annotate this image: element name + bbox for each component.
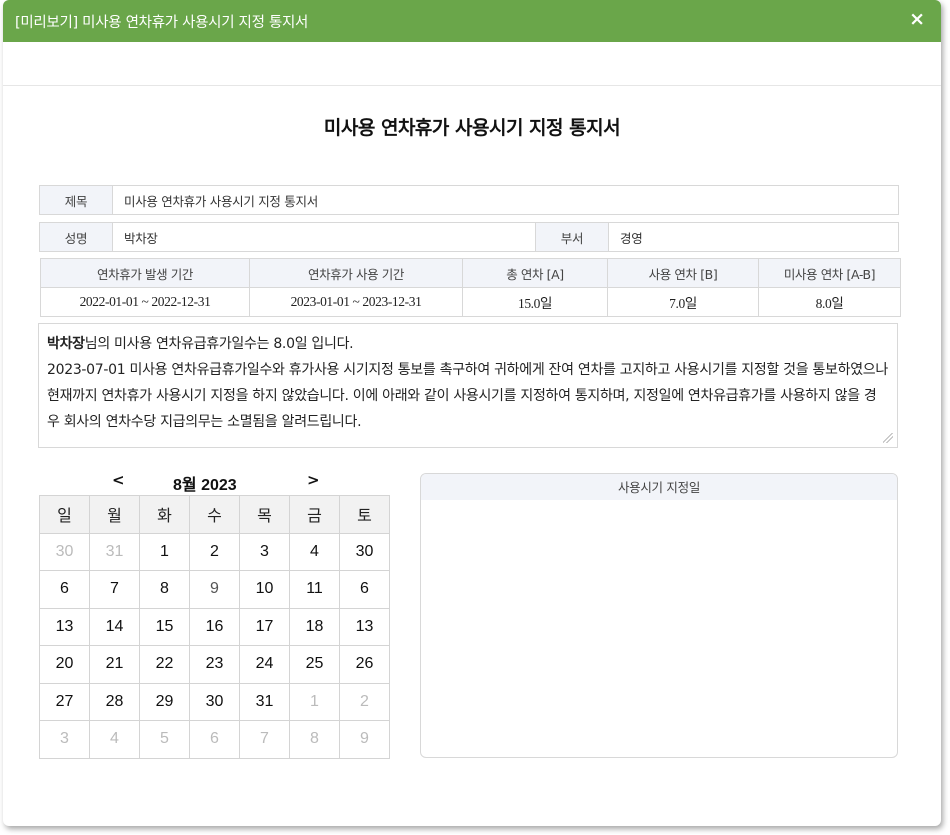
calendar-day[interactable]: 26 xyxy=(339,645,390,684)
name-value: 박차장 xyxy=(124,230,158,246)
calendar-day[interactable]: 21 xyxy=(89,645,140,684)
calendar-day[interactable]: 6 xyxy=(189,720,240,759)
dept-label: 부서 xyxy=(535,223,609,251)
calendar-day[interactable]: 8 xyxy=(139,570,190,609)
calendar-day[interactable]: 2 xyxy=(339,682,390,721)
calendar-header: < 8월 2023 > xyxy=(39,471,389,495)
header-total-leave: 총 연차 [A] xyxy=(462,258,608,288)
employee-name: 박차장 xyxy=(47,336,85,352)
calendar-day[interactable]: 16 xyxy=(189,607,240,646)
calendar-week: 3456789 xyxy=(39,720,390,759)
weekday-header: 일 xyxy=(39,495,90,534)
weekday-header: 목 xyxy=(239,495,290,534)
header-unused-leave: 미사용 연차 [A-B] xyxy=(758,258,901,288)
designated-dates-header: 사용시기 지정일 xyxy=(421,474,897,500)
calendar-day[interactable]: 24 xyxy=(239,645,290,684)
total-leave: 15.0일 xyxy=(462,287,608,317)
subject-row: 제목 미사용 연차휴가 사용시기 지정 통지서 xyxy=(39,185,899,215)
weekday-header: 화 xyxy=(139,495,190,534)
calendar-day[interactable]: 5 xyxy=(139,720,190,759)
calendar-day[interactable]: 3 xyxy=(239,532,290,571)
unused-days: 8.0 xyxy=(273,336,295,352)
calendar-month-label: 8월 2023 xyxy=(173,477,237,494)
header-used-leave: 사용 연차 [B] xyxy=(607,258,759,288)
weekday-header: 수 xyxy=(189,495,240,534)
close-icon[interactable]: × xyxy=(909,8,925,30)
calendar-day[interactable]: 2 xyxy=(189,532,240,571)
leave-summary-table: 연차휴가 발생 기간 연차휴가 사용 기간 총 연차 [A] 사용 연차 [B]… xyxy=(40,258,901,317)
preview-dialog: [미리보기] 미사용 연차휴가 사용시기 지정 통지서 × 미사용 연차휴가 사… xyxy=(3,0,941,826)
calendar-day[interactable]: 13 xyxy=(339,607,390,646)
resize-handle-icon[interactable] xyxy=(883,433,893,443)
calendar-day[interactable]: 23 xyxy=(189,645,240,684)
unused-leave: 8.0일 xyxy=(758,287,901,317)
notice-date: 2023-07-01 xyxy=(47,362,126,378)
subject-value: 미사용 연차휴가 사용시기 지정 통지서 xyxy=(124,193,318,209)
calendar-day[interactable]: 3 xyxy=(39,720,90,759)
calendar-day[interactable]: 9 xyxy=(189,570,240,609)
calendar-day[interactable]: 20 xyxy=(39,645,90,684)
notice-textarea[interactable]: 박차장님의 미사용 연차유급휴가일수는 8.0일 입니다. 2023-07-01… xyxy=(38,323,898,448)
calendar-day[interactable]: 10 xyxy=(239,570,290,609)
calendar-week: 13 14 15 16 17 18 13 xyxy=(39,607,390,646)
used-leave: 7.0일 xyxy=(607,287,759,317)
calendar-day[interactable]: 4 xyxy=(289,532,340,571)
notice-text: 님의 미사용 연차유급휴가일수는 xyxy=(84,336,274,352)
calendar-day[interactable]: 30 xyxy=(339,532,390,571)
designated-dates-panel: 사용시기 지정일 xyxy=(420,473,898,758)
calendar-grid: 일월화수목금토 30 31 1 2 3 4 30 6 7 8 9 10 11 6 13 14 15 16 17 18 1… xyxy=(39,495,390,759)
name-label: 성명 xyxy=(40,223,113,251)
weekday-header: 토 xyxy=(339,495,390,534)
calendar-day[interactable]: 7 xyxy=(89,570,140,609)
calendar-day[interactable]: 25 xyxy=(289,645,340,684)
calendar-day[interactable]: 14 xyxy=(89,607,140,646)
prev-month-button[interactable]: < xyxy=(112,471,125,489)
next-month-button[interactable]: > xyxy=(307,471,320,489)
calendar-day[interactable]: 30 xyxy=(189,682,240,721)
calendar-day[interactable]: 4 xyxy=(89,720,140,759)
calendar-day[interactable]: 6 xyxy=(39,570,90,609)
calendar-week: 20 21 22 23 24 25 26 xyxy=(39,645,390,684)
calendar-day[interactable]: 28 xyxy=(89,682,140,721)
calendar-day[interactable]: 7 xyxy=(239,720,290,759)
notice-body: 미사용 연차유급휴가일수와 휴가사용 시기지정 통보를 촉구하여 귀하에게 잔여… xyxy=(47,362,888,430)
weekday-header: 월 xyxy=(89,495,140,534)
calendar-day[interactable]: 11 xyxy=(289,570,340,609)
calendar-day[interactable]: 15 xyxy=(139,607,190,646)
calendar-day[interactable]: 1 xyxy=(289,682,340,721)
dept-value: 경영 xyxy=(620,230,643,246)
calendar-day[interactable]: 31 xyxy=(89,532,140,571)
name-dept-row: 성명 박차장 부서 경영 xyxy=(39,222,899,252)
calendar-day[interactable]: 31 xyxy=(239,682,290,721)
calendar-week: 27 28 29 30 31 1 2 xyxy=(39,682,390,721)
calendar-day[interactable]: 1 xyxy=(139,532,190,571)
weekday-header: 금 xyxy=(289,495,340,534)
calendar-day[interactable]: 17 xyxy=(239,607,290,646)
calendar-day[interactable]: 13 xyxy=(39,607,90,646)
calendar-day[interactable]: 27 xyxy=(39,682,90,721)
document-title: 미사용 연차휴가 사용시기 지정 통지서 xyxy=(323,117,621,139)
divider xyxy=(3,85,941,86)
header-occurrence-period: 연차휴가 발생 기간 xyxy=(40,258,250,288)
header-usage-period: 연차휴가 사용 기간 xyxy=(249,258,463,288)
dialog-titlebar: [미리보기] 미사용 연차휴가 사용시기 지정 통지서 × xyxy=(3,0,941,42)
subject-label: 제목 xyxy=(40,186,113,214)
calendar-week: 30 31 1 2 3 4 30 xyxy=(39,532,390,571)
dialog-title: [미리보기] 미사용 연차휴가 사용시기 지정 통지서 xyxy=(15,15,309,31)
notice-text: 일 입니다. xyxy=(294,336,354,352)
calendar-day[interactable]: 8 xyxy=(289,720,340,759)
calendar-day[interactable]: 9 xyxy=(339,720,390,759)
calendar-day[interactable]: 30 xyxy=(39,532,90,571)
calendar-week: 6 7 8 9 10 11 6 xyxy=(39,570,390,609)
calendar-day[interactable]: 29 xyxy=(139,682,190,721)
table-row: 2022-01-01 ~ 2022-12-31 2023-01-01 ~ 202… xyxy=(40,287,901,317)
occurrence-period: 2022-01-01 ~ 2022-12-31 xyxy=(40,287,250,317)
usage-period: 2023-01-01 ~ 2023-12-31 xyxy=(249,287,463,317)
calendar-day[interactable]: 18 xyxy=(289,607,340,646)
calendar-day[interactable]: 6 xyxy=(339,570,390,609)
calendar-day[interactable]: 22 xyxy=(139,645,190,684)
